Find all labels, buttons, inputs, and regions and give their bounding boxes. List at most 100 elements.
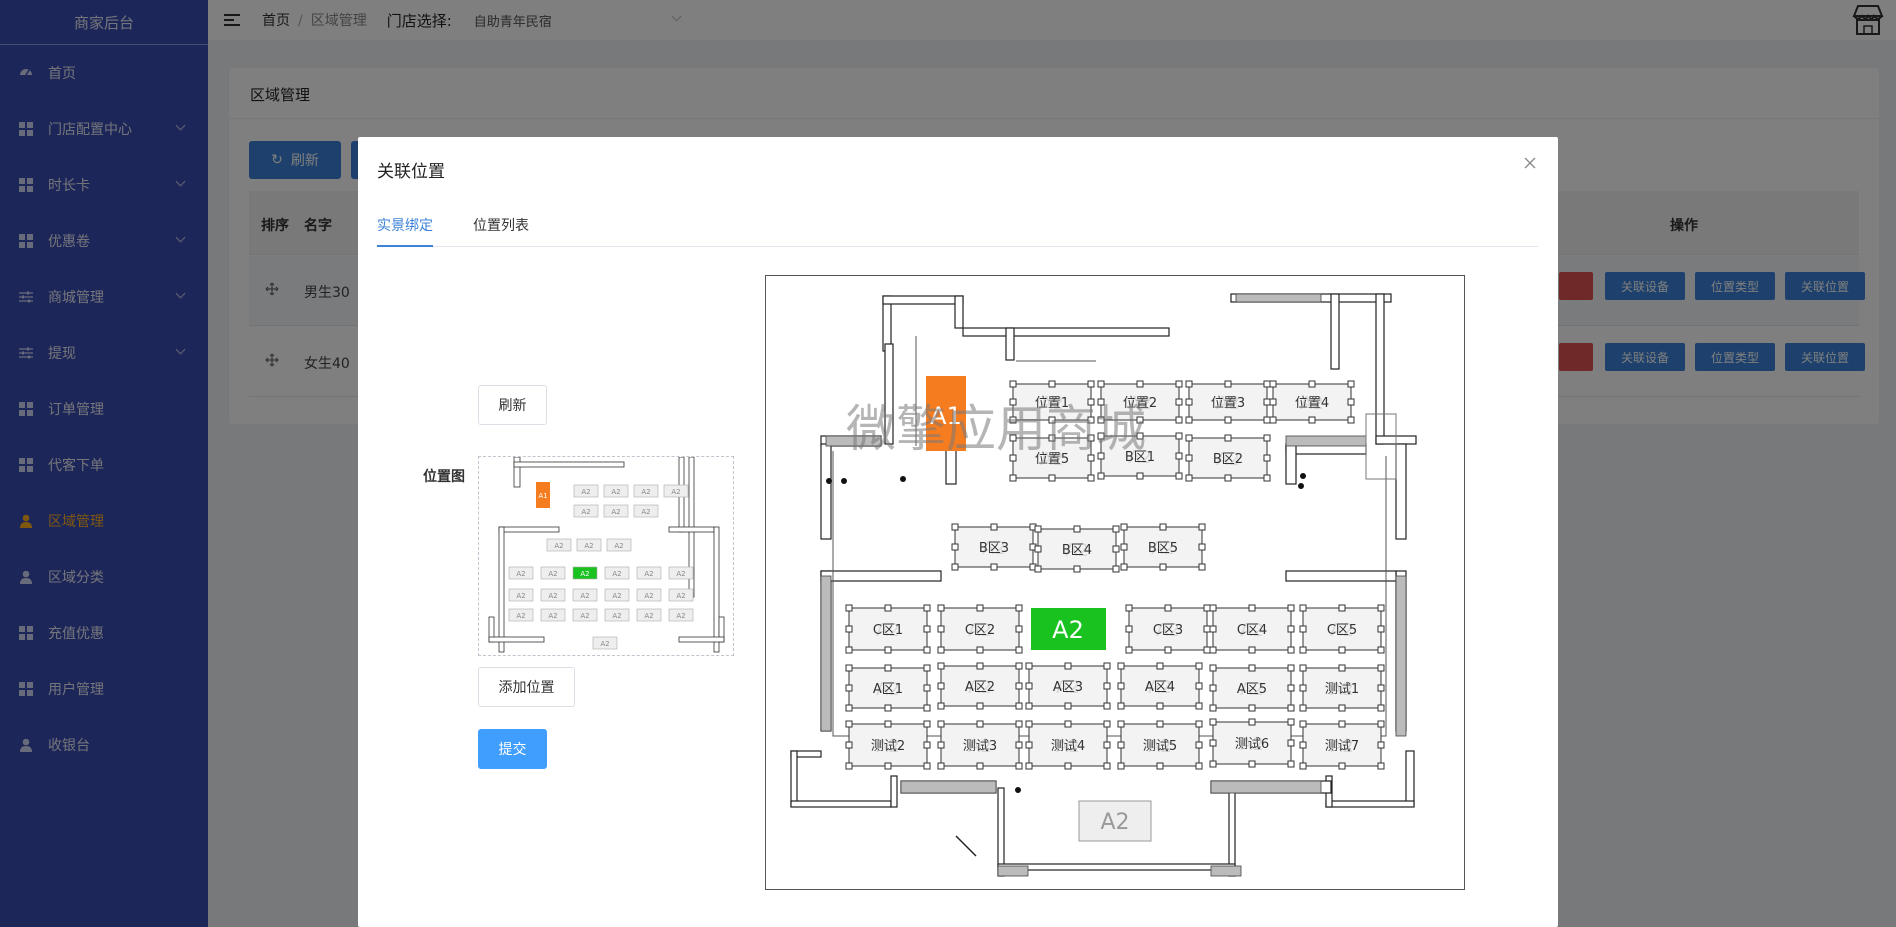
resize-handle[interactable] bbox=[937, 646, 945, 654]
resize-handle[interactable] bbox=[884, 646, 892, 654]
position-box[interactable]: A2位置4 bbox=[1269, 380, 1355, 424]
position-box[interactable]: A2C区2 bbox=[937, 604, 1023, 654]
resize-handle[interactable] bbox=[976, 662, 984, 670]
resize-handle[interactable] bbox=[1287, 646, 1295, 654]
resize-handle[interactable] bbox=[1299, 741, 1307, 749]
resize-handle[interactable] bbox=[1198, 563, 1206, 571]
resize-handle[interactable] bbox=[1185, 434, 1193, 442]
resize-handle[interactable] bbox=[976, 646, 984, 654]
resize-handle[interactable] bbox=[1015, 682, 1023, 690]
position-box[interactable]: A2测试1 bbox=[1299, 664, 1385, 712]
resize-handle[interactable] bbox=[1338, 646, 1346, 654]
resize-handle[interactable] bbox=[1185, 474, 1193, 482]
resize-handle[interactable] bbox=[1064, 720, 1072, 728]
resize-handle[interactable] bbox=[845, 646, 853, 654]
resize-handle[interactable] bbox=[1097, 380, 1105, 388]
resize-handle[interactable] bbox=[1299, 704, 1307, 712]
resize-handle[interactable] bbox=[1224, 434, 1232, 442]
resize-handle[interactable] bbox=[990, 523, 998, 531]
resize-handle[interactable] bbox=[951, 523, 959, 531]
resize-handle[interactable] bbox=[937, 625, 945, 633]
floorplan-editor[interactable]: A2 位置1 A2 位置2 A2 位置3 A2 位置4 A2 位置5 A2 B区1 A2 B区2 A2 B区3… bbox=[765, 275, 1465, 890]
resize-handle[interactable] bbox=[1034, 565, 1042, 573]
resize-handle[interactable] bbox=[923, 741, 931, 749]
resize-handle[interactable] bbox=[1175, 452, 1183, 460]
resize-handle[interactable] bbox=[937, 604, 945, 612]
resize-handle[interactable] bbox=[1377, 625, 1385, 633]
resize-handle[interactable] bbox=[1120, 523, 1128, 531]
resize-handle[interactable] bbox=[1377, 720, 1385, 728]
resize-handle[interactable] bbox=[1248, 718, 1256, 726]
resize-handle[interactable] bbox=[845, 604, 853, 612]
resize-handle[interactable] bbox=[990, 563, 998, 571]
resize-handle[interactable] bbox=[1125, 604, 1133, 612]
resize-handle[interactable] bbox=[1156, 720, 1164, 728]
resize-handle[interactable] bbox=[845, 625, 853, 633]
resize-handle[interactable] bbox=[1377, 704, 1385, 712]
resize-handle[interactable] bbox=[845, 741, 853, 749]
resize-handle[interactable] bbox=[1103, 762, 1111, 770]
resize-handle[interactable] bbox=[1224, 380, 1232, 388]
resize-handle[interactable] bbox=[1103, 662, 1111, 670]
resize-handle[interactable] bbox=[1209, 760, 1217, 768]
resize-handle[interactable] bbox=[1164, 646, 1172, 654]
resize-handle[interactable] bbox=[1117, 741, 1125, 749]
resize-handle[interactable] bbox=[1203, 625, 1211, 633]
resize-handle[interactable] bbox=[1377, 646, 1385, 654]
submit-button[interactable]: 提交 bbox=[478, 729, 547, 769]
resize-handle[interactable] bbox=[1377, 664, 1385, 672]
position-box[interactable]: A2A区5 bbox=[1209, 664, 1295, 712]
resize-handle[interactable] bbox=[1015, 625, 1023, 633]
resize-handle[interactable] bbox=[1175, 432, 1183, 440]
resize-handle[interactable] bbox=[1377, 762, 1385, 770]
resize-handle[interactable] bbox=[1269, 398, 1277, 406]
resize-handle[interactable] bbox=[1073, 565, 1081, 573]
resize-handle[interactable] bbox=[1209, 604, 1217, 612]
resize-handle[interactable] bbox=[1117, 720, 1125, 728]
resize-handle[interactable] bbox=[1263, 434, 1271, 442]
resize-handle[interactable] bbox=[1087, 380, 1095, 388]
resize-handle[interactable] bbox=[1209, 664, 1217, 672]
resize-handle[interactable] bbox=[1209, 684, 1217, 692]
position-box[interactable]: A2A区3 bbox=[1025, 662, 1111, 710]
resize-handle[interactable] bbox=[923, 762, 931, 770]
resize-handle[interactable] bbox=[1209, 625, 1217, 633]
resize-handle[interactable] bbox=[1103, 741, 1111, 749]
resize-handle[interactable] bbox=[1338, 704, 1346, 712]
resize-handle[interactable] bbox=[1209, 739, 1217, 747]
resize-handle[interactable] bbox=[976, 604, 984, 612]
resize-handle[interactable] bbox=[951, 543, 959, 551]
close-icon[interactable] bbox=[1522, 155, 1538, 171]
resize-handle[interactable] bbox=[1377, 604, 1385, 612]
resize-handle[interactable] bbox=[1287, 664, 1295, 672]
resize-handle[interactable] bbox=[1299, 720, 1307, 728]
resize-handle[interactable] bbox=[1299, 762, 1307, 770]
resize-handle[interactable] bbox=[1209, 718, 1217, 726]
resize-handle[interactable] bbox=[1338, 720, 1346, 728]
resize-handle[interactable] bbox=[937, 702, 945, 710]
resize-handle[interactable] bbox=[1195, 702, 1203, 710]
resize-handle[interactable] bbox=[1164, 604, 1172, 612]
resize-handle[interactable] bbox=[1248, 604, 1256, 612]
resize-handle[interactable] bbox=[1136, 380, 1144, 388]
resize-handle[interactable] bbox=[1064, 662, 1072, 670]
resize-handle[interactable] bbox=[1009, 474, 1017, 482]
resize-handle[interactable] bbox=[1025, 720, 1033, 728]
resize-handle[interactable] bbox=[1034, 525, 1042, 533]
resize-handle[interactable] bbox=[1195, 762, 1203, 770]
resize-handle[interactable] bbox=[1377, 684, 1385, 692]
position-box[interactable]: A2B区3 bbox=[951, 523, 1037, 571]
position-box[interactable]: A2A区4 bbox=[1117, 662, 1203, 710]
resize-handle[interactable] bbox=[1185, 416, 1193, 424]
resize-handle[interactable] bbox=[1347, 380, 1355, 388]
resize-handle[interactable] bbox=[1015, 646, 1023, 654]
resize-handle[interactable] bbox=[1117, 762, 1125, 770]
resize-handle[interactable] bbox=[1117, 682, 1125, 690]
resize-handle[interactable] bbox=[1156, 702, 1164, 710]
resize-handle[interactable] bbox=[1287, 760, 1295, 768]
resize-handle[interactable] bbox=[1248, 760, 1256, 768]
resize-handle[interactable] bbox=[937, 662, 945, 670]
resize-handle[interactable] bbox=[1195, 720, 1203, 728]
resize-handle[interactable] bbox=[1203, 604, 1211, 612]
resize-handle[interactable] bbox=[1224, 474, 1232, 482]
